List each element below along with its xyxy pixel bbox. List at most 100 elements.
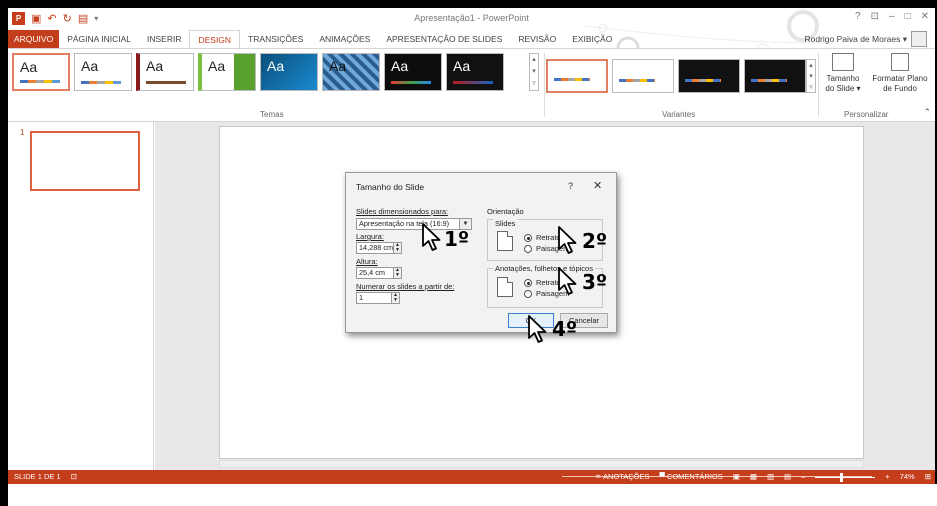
theme-tile-label: Aa bbox=[81, 58, 99, 74]
dialog-close-icon[interactable]: ✕ bbox=[593, 179, 602, 192]
height-label: Altura: bbox=[356, 257, 378, 266]
theme-tile-label: Aa bbox=[453, 58, 471, 74]
customize-group-label: Personalizar bbox=[844, 110, 889, 119]
slides-landscape-radio[interactable] bbox=[524, 245, 532, 253]
spell-check-icon[interactable]: ⊡ bbox=[71, 472, 77, 481]
slide-counter: SLIDE 1 DE 1 ⊡ bbox=[14, 470, 77, 484]
theme-tile-label: Aa bbox=[20, 59, 38, 75]
collapse-ribbon-icon[interactable]: ⌃ bbox=[923, 107, 931, 118]
normal-view-icon[interactable]: ▣ bbox=[733, 470, 740, 484]
dialog-help-icon[interactable]: ? bbox=[568, 181, 573, 191]
ribbon-display-options-icon[interactable]: ⊡ bbox=[871, 11, 879, 22]
tab-design[interactable]: DESIGN bbox=[189, 29, 241, 49]
zoom-in-icon[interactable]: + bbox=[885, 470, 889, 484]
help-icon[interactable]: ? bbox=[855, 11, 861, 22]
slide-size-label-1: Tamanho bbox=[826, 74, 860, 83]
cursor-pointer-icon bbox=[558, 267, 577, 295]
title-bar: P ▣ ↶ ↻ ▤ ▾ Apresentação1 - PowerPoint ?… bbox=[8, 8, 935, 30]
theme-tile-label: Aa bbox=[208, 58, 226, 74]
tab-apresentacao-de-slides[interactable]: APRESENTAÇÃO DE SLIDES bbox=[378, 30, 510, 48]
sized-for-label: Slides dimensionados para: bbox=[356, 207, 449, 216]
user-name: Rodrigo Paiva de Moraes ▾ bbox=[804, 34, 907, 44]
theme-tile[interactable]: Aa bbox=[12, 53, 70, 91]
notes-portrait-radio[interactable] bbox=[524, 279, 532, 287]
slides-group-label: Slides bbox=[493, 219, 518, 228]
powerpoint-window: P ▣ ↶ ↻ ▤ ▾ Apresentação1 - PowerPoint ?… bbox=[8, 8, 935, 484]
tab-inserir[interactable]: INSERIR bbox=[139, 30, 189, 48]
height-value: 25,4 cm bbox=[359, 268, 385, 277]
maximize-icon[interactable]: □ bbox=[905, 11, 911, 22]
avatar bbox=[911, 31, 927, 47]
format-background-button[interactable]: Formatar Plano de Fundo bbox=[870, 53, 930, 94]
orientation-label: Orientação bbox=[487, 207, 524, 216]
themes-scroll[interactable]: ▴ ▾ ▿ bbox=[529, 53, 539, 91]
theme-tile[interactable]: Aa bbox=[322, 53, 380, 91]
group-divider bbox=[544, 53, 545, 117]
tab-arquivo[interactable]: ARQUIVO bbox=[8, 30, 60, 48]
ribbon-tabs: ARQUIVO PÁGINA INICIAL INSERIR DESIGN TR… bbox=[8, 29, 935, 49]
theme-tile[interactable]: Aa bbox=[198, 53, 256, 91]
minimize-icon[interactable]: – bbox=[889, 11, 895, 22]
theme-tile[interactable]: Aa bbox=[74, 53, 132, 91]
zoom-slider[interactable] bbox=[815, 472, 876, 482]
slide-size-button[interactable]: Tamanho do Slide ▾ bbox=[818, 53, 868, 94]
fit-to-window-icon[interactable]: ⊞ bbox=[925, 470, 931, 484]
tab-animacoes[interactable]: ANIMAÇÕES bbox=[311, 30, 378, 48]
variant-tile[interactable] bbox=[546, 59, 608, 93]
zoom-out-icon[interactable]: – bbox=[801, 470, 805, 484]
slide-thumbnails-panel: 1 bbox=[8, 122, 154, 470]
close-window-icon[interactable]: ✕ bbox=[921, 11, 929, 22]
window-title: Apresentação1 - PowerPoint bbox=[414, 13, 529, 23]
tab-exibicao[interactable]: EXIBIÇÃO bbox=[564, 30, 620, 48]
user-account[interactable]: Rodrigo Paiva de Moraes ▾ bbox=[804, 30, 927, 48]
format-background-label-2: de Fundo bbox=[883, 84, 917, 93]
variants-gallery bbox=[546, 59, 806, 93]
cursor-pointer-icon bbox=[558, 226, 577, 254]
portrait-page-icon bbox=[497, 277, 513, 297]
width-input[interactable]: 14,288 cm ▲ ▼ bbox=[356, 242, 402, 254]
theme-tile-label: Aa bbox=[329, 58, 347, 74]
portrait-page-icon bbox=[497, 231, 513, 251]
comments-button[interactable]: ▀ COMENTÁRIOS bbox=[660, 470, 723, 484]
tab-pagina-inicial[interactable]: PÁGINA INICIAL bbox=[59, 30, 139, 48]
cursor-pointer-icon bbox=[422, 223, 441, 251]
number-from-value: 1 bbox=[359, 293, 364, 302]
variants-scroll[interactable]: ▴ ▾ ▿ bbox=[806, 59, 816, 93]
zoom-slider-thumb[interactable] bbox=[840, 472, 844, 482]
slides-portrait-radio[interactable] bbox=[524, 234, 532, 242]
zoom-level[interactable]: 74% bbox=[900, 470, 915, 484]
slide-size-label-2: do Slide ▾ bbox=[825, 84, 861, 93]
theme-tile-label: Aa bbox=[146, 58, 164, 74]
theme-tile-label: Aa bbox=[267, 58, 285, 74]
reading-view-icon[interactable]: ▥ bbox=[767, 470, 774, 484]
horizontal-scrollbar[interactable] bbox=[219, 460, 864, 468]
theme-tile-label: Aa bbox=[391, 58, 409, 74]
width-spinner-icon[interactable]: ▲ ▼ bbox=[393, 243, 401, 253]
themes-group-label: Temas bbox=[260, 110, 284, 119]
slide-sorter-icon[interactable]: ▦ bbox=[750, 470, 757, 484]
step-2-label: 2º bbox=[582, 229, 608, 253]
slide-size-icon bbox=[832, 53, 854, 71]
notes-landscape-radio[interactable] bbox=[524, 290, 532, 298]
number-from-input[interactable]: 1 ▲ ▼ bbox=[356, 292, 400, 304]
variant-tile[interactable] bbox=[612, 59, 674, 93]
notes-button[interactable]: ≐ ANOTAÇÕES bbox=[595, 470, 650, 484]
status-right-controls: ≐ ANOTAÇÕES ▀ COMENTÁRIOS ▣ ▦ ▥ ▤ – + 74… bbox=[595, 470, 931, 484]
slide-thumbnail[interactable] bbox=[30, 131, 140, 191]
theme-tile[interactable]: Aa bbox=[446, 53, 504, 91]
variant-tile[interactable] bbox=[678, 59, 740, 93]
variant-tile[interactable] bbox=[744, 59, 806, 93]
ribbon-design: Aa Aa Aa Aa Aa Aa Aa Aa ▴ ▾ ▿ Temas ▴ ▾ ▿ Va… bbox=[8, 48, 935, 122]
theme-tile[interactable]: Aa bbox=[136, 53, 194, 91]
step-4-label: 4º bbox=[552, 317, 578, 341]
tab-revisao[interactable]: REVISÃO bbox=[510, 30, 564, 48]
height-input[interactable]: 25,4 cm ▲ ▼ bbox=[356, 267, 402, 279]
slideshow-view-icon[interactable]: ▤ bbox=[784, 470, 791, 484]
number-from-label: Numerar os slides a partir de: bbox=[356, 282, 455, 291]
status-bar: SLIDE 1 DE 1 ⊡ ≐ ANOTAÇÕES ▀ COMENTÁRIOS… bbox=[8, 470, 935, 484]
tab-transicoes[interactable]: TRANSIÇÕES bbox=[240, 30, 311, 48]
theme-tile[interactable]: Aa bbox=[260, 53, 318, 91]
number-from-spinner-icon[interactable]: ▲ ▼ bbox=[391, 293, 399, 303]
height-spinner-icon[interactable]: ▲ ▼ bbox=[393, 268, 401, 278]
theme-tile[interactable]: Aa bbox=[384, 53, 442, 91]
